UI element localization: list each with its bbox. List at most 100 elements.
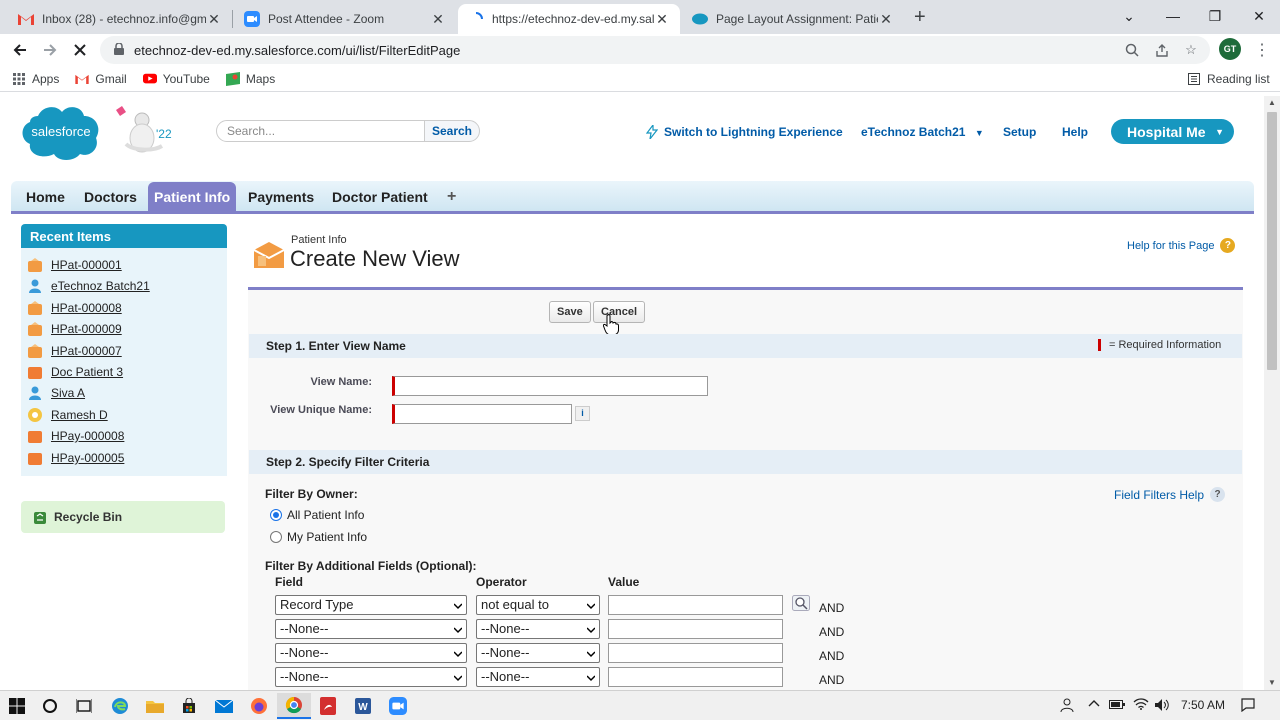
help-for-this-page-link[interactable]: Help for this Page ? <box>1127 238 1236 253</box>
owner-option-mine[interactable]: My Patient Info <box>270 530 367 544</box>
new-tab-button[interactable]: + <box>914 6 926 29</box>
filter-value-input[interactable] <box>608 619 783 639</box>
page-scrollbar[interactable]: ▲ ▼ <box>1264 96 1280 690</box>
windows-start-icon[interactable] <box>0 693 34 719</box>
profile-avatar[interactable]: GT <box>1219 38 1241 60</box>
list-item[interactable]: eTechnoz Batch21 <box>27 277 150 295</box>
save-button[interactable]: Save <box>549 301 591 323</box>
tab-doctors[interactable]: Doctors <box>78 182 143 211</box>
browser-tab-page-layout[interactable]: Page Layout Assignment: Patient ✕ <box>682 4 904 34</box>
help-link[interactable]: Help <box>1062 125 1088 139</box>
forward-button[interactable] <box>38 38 62 62</box>
close-icon[interactable]: ✕ <box>430 11 446 28</box>
owner-option-all[interactable]: All Patient Info <box>270 508 364 522</box>
tab-home[interactable]: Home <box>20 182 71 211</box>
radio-selected[interactable] <box>270 509 282 521</box>
firefox-icon[interactable] <box>242 693 276 719</box>
notification-center-icon[interactable] <box>1241 698 1255 715</box>
volume-icon[interactable] <box>1154 698 1170 715</box>
people-icon[interactable] <box>1060 698 1074 715</box>
filter-field-select[interactable]: --None-- <box>275 619 467 639</box>
info-icon[interactable]: i <box>575 406 590 421</box>
scrollbar-thumb[interactable] <box>1267 112 1277 370</box>
bookmark-apps[interactable]: Apps <box>12 72 59 86</box>
acrobat-icon[interactable] <box>311 693 345 719</box>
task-view-icon[interactable] <box>67 693 101 719</box>
battery-icon[interactable] <box>1109 698 1125 713</box>
minimize-button[interactable]: — <box>1150 4 1196 28</box>
filter-field-select[interactable]: --None-- <box>275 643 467 663</box>
field-filters-help-link[interactable]: Field Filters Help ? <box>1114 487 1226 502</box>
chrome-icon[interactable] <box>277 693 311 719</box>
list-item[interactable]: HPay-000008 <box>27 427 124 445</box>
close-icon[interactable]: ✕ <box>654 11 670 28</box>
edge-browser-icon[interactable] <box>103 693 137 719</box>
list-item[interactable]: HPat-000008 <box>27 299 122 317</box>
wifi-icon[interactable] <box>1133 698 1149 713</box>
stop-loading-button[interactable] <box>68 38 92 62</box>
switch-lightning-link[interactable]: Switch to Lightning Experience <box>646 125 843 139</box>
close-icon[interactable]: ✕ <box>878 11 894 28</box>
restore-button[interactable]: ❐ <box>1192 4 1238 28</box>
cortana-search-icon[interactable] <box>33 693 67 719</box>
store-icon[interactable] <box>172 693 206 719</box>
list-item[interactable]: Siva A <box>27 384 85 402</box>
lookup-magnifier-icon[interactable] <box>792 595 810 611</box>
list-item[interactable]: Ramesh D <box>27 406 108 424</box>
search-input[interactable]: Search... <box>216 120 426 142</box>
setup-link[interactable]: Setup <box>1003 125 1036 139</box>
list-item[interactable]: HPat-000009 <box>27 320 122 338</box>
filter-value-input[interactable] <box>608 643 783 663</box>
zoom-magnifier-icon[interactable] <box>1124 42 1140 58</box>
zoom-app-icon[interactable] <box>381 693 415 719</box>
filter-operator-select[interactable]: --None-- <box>476 619 600 639</box>
view-name-input[interactable] <box>392 376 708 396</box>
chevron-up-icon[interactable] <box>1088 698 1100 713</box>
recycle-bin-link[interactable]: Recycle Bin <box>21 501 225 533</box>
browser-tab-gmail[interactable]: Inbox (28) - etechnoz.info@gmai ✕ <box>8 4 232 34</box>
search-button[interactable]: Search <box>424 120 480 142</box>
filter-field-select[interactable]: --None-- <box>275 667 467 687</box>
scroll-down-arrow-icon[interactable]: ▼ <box>1264 676 1280 690</box>
user-menu[interactable]: eTechnoz Batch21 ▼ <box>861 125 984 139</box>
back-button[interactable] <box>8 38 32 62</box>
filter-value-input[interactable] <box>608 667 783 687</box>
cancel-button[interactable]: Cancel <box>593 301 646 323</box>
filter-operator-select[interactable]: --None-- <box>476 667 600 687</box>
file-explorer-icon[interactable] <box>138 693 172 719</box>
mail-icon[interactable] <box>207 693 241 719</box>
filter-value-input[interactable] <box>608 595 783 615</box>
share-icon[interactable] <box>1154 42 1170 58</box>
system-clock[interactable]: 7:50 AM <box>1181 698 1225 712</box>
tab-payments[interactable]: Payments <box>242 182 320 211</box>
list-item[interactable]: HPat-000001 <box>27 256 122 274</box>
tab-search-icon[interactable]: ⌄ <box>1106 4 1152 28</box>
filter-operator-select[interactable]: not equal to <box>476 595 600 615</box>
browser-tab-zoom[interactable]: Post Attendee - Zoom ✕ <box>234 4 456 34</box>
menu-kebab-icon[interactable]: ⋮ <box>1250 38 1274 62</box>
browser-tab-salesforce-active[interactable]: https://etechnoz-dev-ed.my.sale ✕ <box>458 4 680 34</box>
list-item[interactable]: HPat-000007 <box>27 342 122 360</box>
lock-icon[interactable] <box>114 41 124 58</box>
address-bar[interactable]: etechnoz-dev-ed.my.salesforce.com/ui/lis… <box>100 36 1210 64</box>
bookmark-star-icon[interactable]: ☆ <box>1183 42 1199 58</box>
bookmark-maps[interactable]: Maps <box>225 71 275 86</box>
list-item[interactable]: HPay-000005 <box>27 449 124 467</box>
word-icon[interactable]: W <box>346 693 380 719</box>
filter-operator-select[interactable]: --None-- <box>476 643 600 663</box>
filter-field-select[interactable]: Record Type <box>275 595 467 615</box>
close-icon[interactable]: ✕ <box>206 11 222 28</box>
list-item[interactable]: Doc Patient 3 <box>27 363 123 381</box>
all-tabs-plus-icon[interactable]: + <box>441 182 462 211</box>
bookmark-youtube[interactable]: YouTube <box>142 72 210 86</box>
view-unique-name-input[interactable] <box>392 404 572 424</box>
bookmark-gmail[interactable]: Gmail <box>75 72 127 86</box>
scroll-up-arrow-icon[interactable]: ▲ <box>1264 96 1280 110</box>
app-menu-button[interactable]: Hospital Me ▼ <box>1111 119 1234 144</box>
tab-patient-info[interactable]: Patient Info <box>148 182 237 211</box>
tab-doctor-patient[interactable]: Doctor Patient <box>326 182 434 211</box>
reading-list[interactable]: Reading list <box>1187 72 1270 86</box>
close-window-button[interactable]: ✕ <box>1236 4 1280 28</box>
radio-unselected[interactable] <box>270 531 282 543</box>
salesforce-logo[interactable]: salesforce <box>18 102 104 160</box>
